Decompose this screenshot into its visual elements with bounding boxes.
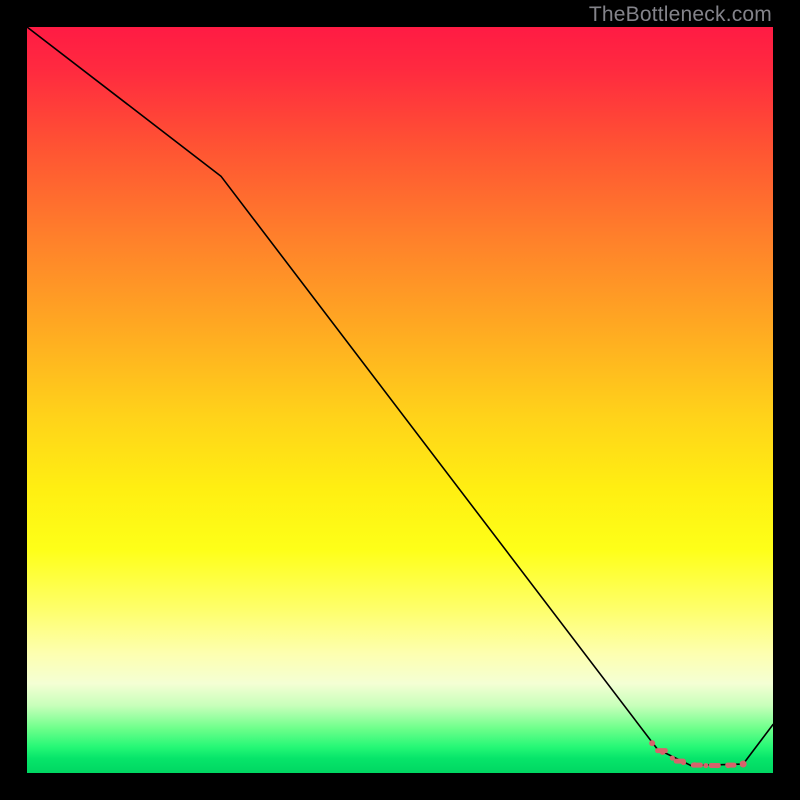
watermark-text: TheBottleneck.com [589,3,772,27]
highlight-dot [681,760,686,765]
marker-layer [27,27,773,773]
highlight-dot [670,755,675,760]
highlight-dash [709,763,721,768]
highlight-dot [740,761,747,768]
highlight-dot [726,763,731,768]
highlight-markers [649,740,747,768]
highlight-dash [674,759,686,764]
highlight-dot [692,762,697,767]
bottleneck-curve [27,27,773,766]
highlight-bars [655,748,736,768]
highlight-dash [725,763,736,768]
highlight-dot [703,763,708,768]
highlight-dot [660,749,666,755]
highlight-dash [655,748,668,753]
chart-stage: TheBottleneck.com [0,0,800,800]
chart-plot-area [27,27,773,773]
curve-layer [27,27,773,773]
highlight-dot [714,763,719,768]
highlight-dash [691,763,703,768]
highlight-dot [649,740,655,746]
